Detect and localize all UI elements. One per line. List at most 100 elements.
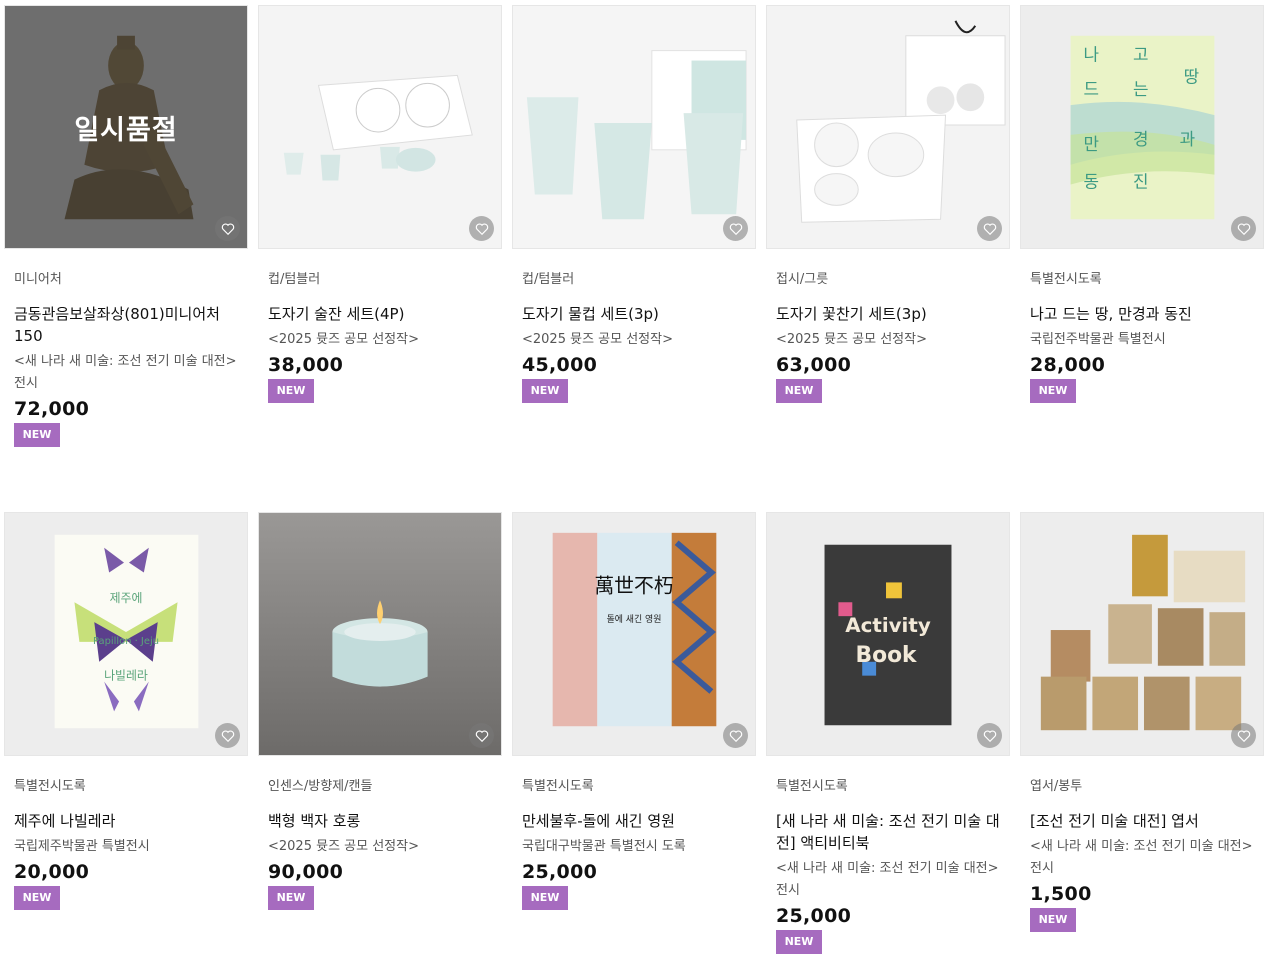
cover-char: 땅 bbox=[1184, 66, 1200, 86]
flower-dishes-image bbox=[767, 6, 1009, 248]
product-image[interactable] bbox=[512, 5, 756, 249]
new-badge: NEW bbox=[522, 379, 568, 403]
product-category: 컵/텀블러 bbox=[268, 272, 321, 287]
product-card[interactable]: 컵/텀블러 도자기 술잔 세트(4P) <2025 뮷즈 공모 선정작> 38,… bbox=[258, 5, 502, 403]
new-badge: NEW bbox=[268, 379, 314, 403]
product-name[interactable]: [조선 전기 미술 대전] 엽서 bbox=[1030, 810, 1254, 832]
wishlist-heart-icon[interactable] bbox=[723, 216, 748, 241]
cover-title: 萬世不朽 bbox=[594, 574, 673, 597]
wishlist-heart-icon[interactable] bbox=[1231, 723, 1256, 748]
product-price: 63,000 bbox=[776, 354, 852, 376]
cover-char: 진 bbox=[1133, 172, 1149, 192]
product-card[interactable]: 접시/그릇 도자기 꽃찬기 세트(3p) <2025 뮷즈 공모 선정작> 63… bbox=[766, 5, 1010, 403]
wishlist-heart-icon[interactable] bbox=[1231, 216, 1256, 241]
wishlist-heart-icon[interactable] bbox=[977, 216, 1002, 241]
new-badge: NEW bbox=[14, 886, 60, 910]
activity-book-image: Activity Book bbox=[767, 513, 1009, 755]
product-category: 접시/그릇 bbox=[776, 272, 829, 287]
product-card[interactable]: Activity Book 특별전시도록 [새 나라 새 미술: 조선 전기 미… bbox=[766, 512, 1010, 954]
product-category: 특별전시도록 bbox=[14, 779, 86, 794]
cover-char: 나 bbox=[1083, 45, 1099, 65]
product-image[interactable]: 나 고 땅 드 는 만 경 과 동 진 bbox=[1020, 5, 1264, 249]
product-name[interactable]: 도자기 술잔 세트(4P) bbox=[268, 303, 492, 325]
product-category: 컵/텀블러 bbox=[522, 272, 575, 287]
product-category: 특별전시도록 bbox=[1030, 272, 1102, 287]
new-badge: NEW bbox=[776, 930, 822, 954]
product-image[interactable]: 일시품절 bbox=[4, 5, 248, 249]
cover-char: 만 bbox=[1083, 134, 1099, 154]
new-badge: NEW bbox=[14, 423, 60, 447]
jeonju-catalog-image: 나 고 땅 드 는 만 경 과 동 진 bbox=[1021, 6, 1263, 248]
cover-title-top: 제주에 bbox=[110, 591, 143, 605]
wishlist-heart-icon[interactable] bbox=[977, 723, 1002, 748]
product-subtitle: <2025 뮷즈 공모 선정작> bbox=[522, 332, 673, 347]
product-name[interactable]: 도자기 꽃찬기 세트(3p) bbox=[776, 303, 1000, 325]
product-price: 90,000 bbox=[268, 861, 344, 883]
cover-char: 드 bbox=[1083, 79, 1099, 99]
wishlist-heart-icon[interactable] bbox=[469, 723, 494, 748]
porcelain-cups-image bbox=[259, 6, 501, 248]
product-name[interactable]: 도자기 물컵 세트(3p) bbox=[522, 303, 746, 325]
product-name[interactable]: 백형 백자 호롱 bbox=[268, 810, 492, 832]
cover-char: 과 bbox=[1180, 129, 1196, 149]
product-category: 특별전시도록 bbox=[522, 779, 594, 794]
product-card[interactable]: 제주에 Papillon · Jeju 나빌레라 특별전시도록 제주에 나빌레라… bbox=[4, 512, 248, 910]
product-subtitle: <2025 뮷즈 공모 선정작> bbox=[776, 332, 927, 347]
new-badge: NEW bbox=[268, 886, 314, 910]
cover-title-middle: Papillon · Jeju bbox=[93, 636, 159, 647]
product-category: 미니어처 bbox=[14, 272, 62, 287]
product-subtitle: <2025 뮷즈 공모 선정작> bbox=[268, 839, 419, 854]
wishlist-heart-icon[interactable] bbox=[215, 216, 240, 241]
postcards-image bbox=[1021, 513, 1263, 755]
cover-char: 고 bbox=[1133, 45, 1149, 65]
cover-word-2: Book bbox=[855, 643, 917, 668]
product-card[interactable]: 컵/텀블러 도자기 물컵 세트(3p) <2025 뮷즈 공모 선정작> 45,… bbox=[512, 5, 756, 403]
wishlist-heart-icon[interactable] bbox=[215, 723, 240, 748]
new-badge: NEW bbox=[522, 886, 568, 910]
product-category: 엽서/봉투 bbox=[1030, 779, 1083, 794]
product-price: 28,000 bbox=[1030, 354, 1106, 376]
soldout-overlay: 일시품절 bbox=[5, 6, 247, 248]
new-badge: NEW bbox=[1030, 379, 1076, 403]
product-name[interactable]: 만세불후-돌에 새긴 영원 bbox=[522, 810, 746, 832]
cover-char: 는 bbox=[1133, 79, 1149, 99]
product-subtitle: 국립대구박물관 특별전시 도록 bbox=[522, 839, 686, 854]
product-image[interactable]: 제주에 Papillon · Jeju 나빌레라 bbox=[4, 512, 248, 756]
wishlist-heart-icon[interactable] bbox=[469, 216, 494, 241]
product-card[interactable]: 인센스/방향제/캔들 백형 백자 호롱 <2025 뮷즈 공모 선정작> 90,… bbox=[258, 512, 502, 910]
product-category: 인센스/방향제/캔들 bbox=[268, 779, 373, 794]
product-price: 25,000 bbox=[776, 905, 852, 927]
product-subtitle: 국립제주박물관 특별전시 bbox=[14, 839, 150, 854]
product-card[interactable]: 나 고 땅 드 는 만 경 과 동 진 특별전시도록 나고 드는 땅, 만경과 … bbox=[1020, 5, 1264, 403]
new-badge: NEW bbox=[776, 379, 822, 403]
product-subtitle: <2025 뮷즈 공모 선정작> bbox=[268, 332, 419, 347]
cover-word-1: Activity bbox=[845, 614, 931, 637]
product-name[interactable]: [새 나라 새 미술: 조선 전기 미술 대전] 액티비티북 bbox=[776, 810, 1000, 854]
product-price: 25,000 bbox=[522, 861, 598, 883]
product-image[interactable] bbox=[766, 5, 1010, 249]
cover-title-bottom: 나빌레라 bbox=[104, 669, 148, 683]
product-image[interactable] bbox=[258, 5, 502, 249]
porcelain-tumblers-image bbox=[513, 6, 755, 248]
product-price: 45,000 bbox=[522, 354, 598, 376]
product-subtitle: <새 나라 새 미술: 조선 전기 미술 대전> 전시 bbox=[1030, 839, 1253, 876]
product-price: 20,000 bbox=[14, 861, 90, 883]
cover-char: 경 bbox=[1133, 129, 1149, 149]
product-image[interactable] bbox=[1020, 512, 1264, 756]
product-price: 38,000 bbox=[268, 354, 344, 376]
product-image[interactable]: 萬世不朽 돌에 새긴 영원 bbox=[512, 512, 756, 756]
wishlist-heart-icon[interactable] bbox=[723, 723, 748, 748]
product-card[interactable]: 엽서/봉투 [조선 전기 미술 대전] 엽서 <새 나라 새 미술: 조선 전기… bbox=[1020, 512, 1264, 932]
product-subtitle: <새 나라 새 미술: 조선 전기 미술 대전> 전시 bbox=[776, 861, 999, 898]
product-card[interactable]: 萬世不朽 돌에 새긴 영원 특별전시도록 만세불후-돌에 새긴 영원 국립대구박… bbox=[512, 512, 756, 910]
product-name[interactable]: 금동관음보살좌상(801)미니어처 150 bbox=[14, 303, 238, 347]
product-image[interactable] bbox=[258, 512, 502, 756]
daegu-catalog-image: 萬世不朽 돌에 새긴 영원 bbox=[513, 513, 755, 755]
product-image[interactable]: Activity Book bbox=[766, 512, 1010, 756]
product-subtitle: <새 나라 새 미술: 조선 전기 미술 대전> 전시 bbox=[14, 354, 237, 391]
product-name[interactable]: 나고 드는 땅, 만경과 동진 bbox=[1030, 303, 1254, 325]
cover-char: 동 bbox=[1083, 172, 1099, 192]
cover-subtitle: 돌에 새긴 영원 bbox=[607, 614, 662, 625]
product-card[interactable]: 일시품절 미니어처 금동관음보살좌상(801)미니어처 150 <새 나라 새 … bbox=[4, 5, 248, 447]
product-name[interactable]: 제주에 나빌레라 bbox=[14, 810, 238, 832]
